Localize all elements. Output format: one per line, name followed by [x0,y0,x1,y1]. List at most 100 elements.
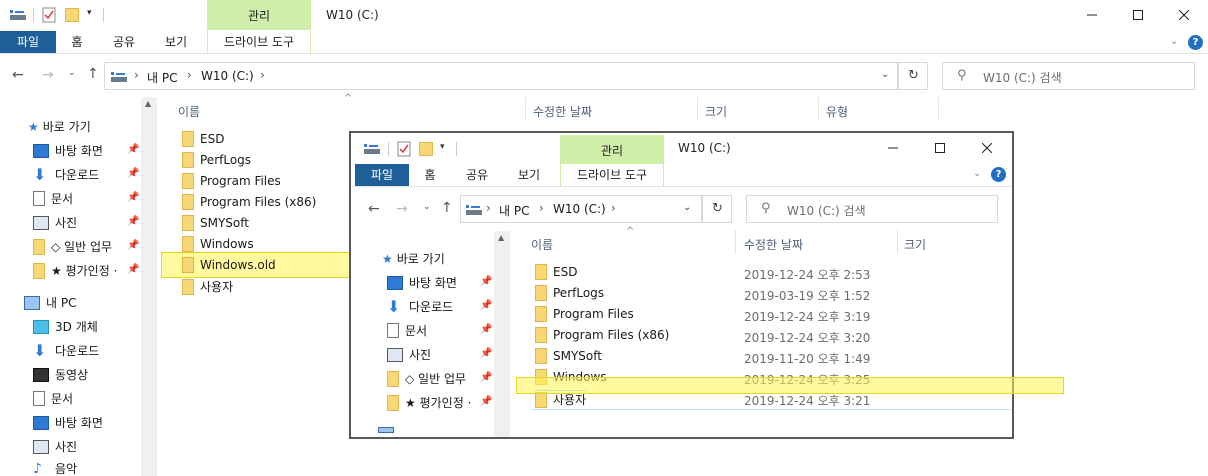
refresh-button[interactable]: ↻ [702,195,732,223]
file-row[interactable]: Program Files (x86) [182,194,316,210]
nav-item-desktop-pc[interactable]: 바탕 화면 [33,414,103,431]
up-arrow-icon[interactable]: ↑ [441,200,453,216]
column-header-size[interactable]: 크기 [705,103,727,120]
expand-ribbon-icon[interactable]: ⌄ [1170,36,1178,47]
back-arrow-icon[interactable]: ← [12,67,24,83]
nav-scrollbar[interactable]: ▲ [141,97,157,476]
search-input[interactable]: ⚲ W10 (C:) 검색 [746,195,998,223]
nav-item-pictures-pc[interactable]: 사진 [33,438,77,455]
breadcrumb-drive[interactable]: W10 (C:) [201,69,254,83]
expand-ribbon-icon[interactable]: ⌄ [973,168,981,179]
pin-icon[interactable]: 📌 [127,240,139,251]
file-row[interactable]: SMYSoft [182,215,249,231]
nav-this-pc[interactable]: 내 PC [24,294,76,311]
tab-home[interactable]: 홈 [60,31,94,53]
scroll-up-icon[interactable]: ▲ [145,99,151,108]
nav-item-documents[interactable]: 문서 [387,322,427,339]
breadcrumb-this-pc[interactable]: 내 PC [147,69,177,86]
nav-item-desktop[interactable]: 바탕 화면 [387,274,457,291]
breadcrumb-chevron-icon[interactable]: › [134,68,139,82]
column-header-name[interactable]: 이름 [178,103,200,120]
nav-item-3d-objects[interactable]: 3D 개체 [33,318,98,335]
pin-icon[interactable]: 📌 [480,276,492,287]
column-header-date[interactable]: 수정한 날짜 [533,103,592,120]
recent-locations-icon[interactable]: ⌄ [68,68,76,78]
breadcrumb-chevron-icon[interactable]: › [486,201,491,215]
manage-tab[interactable]: 관리 [560,135,664,165]
column-header-name[interactable]: 이름 [531,236,553,253]
pin-icon[interactable]: 📌 [127,168,139,179]
pin-icon[interactable]: 📌 [480,324,492,335]
pin-icon[interactable]: 📌 [127,264,139,275]
quick-access[interactable]: ★ 바로 가기 [382,250,445,267]
up-arrow-icon[interactable]: ↑ [87,66,99,82]
file-row[interactable]: SMYSoft [535,348,602,364]
recent-locations-icon[interactable]: ⌄ [423,202,431,212]
nav-item-downloads[interactable]: ⬇ 다운로드 [387,298,453,315]
manage-tab[interactable]: 관리 [207,0,311,30]
help-icon[interactable]: ? [991,167,1006,182]
nav-item-documents[interactable]: 문서 [33,190,73,207]
nav-item-music[interactable]: ♪ 음악 [33,460,77,476]
nav-item-downloads[interactable]: ⬇ 다운로드 [33,166,99,183]
address-bar[interactable]: › 내 PC › W10 (C:) › ⌄ [104,62,898,90]
pin-icon[interactable]: 📌 [127,192,139,203]
file-row[interactable]: ESD [535,264,577,280]
pin-icon[interactable]: 📌 [480,348,492,359]
customize-quick-access-icon[interactable]: ▾ [440,142,445,152]
tab-share[interactable]: 공유 [457,164,497,186]
tab-drive-tools[interactable]: 드라이브 도구 [207,31,311,53]
search-input[interactable]: ⚲ W10 (C:) 검색 [942,62,1195,90]
column-header-size[interactable]: 크기 [904,236,926,253]
pin-icon[interactable]: 📌 [127,216,139,227]
minimize-button[interactable] [1069,0,1115,30]
file-row[interactable]: 사용자 [182,278,233,295]
nav-item-evaluation[interactable]: ★ 평가인정 · [387,394,471,411]
column-header-date[interactable]: 수정한 날짜 [744,236,803,253]
refresh-button[interactable]: ↻ [898,62,928,90]
close-button[interactable] [964,133,1010,163]
pin-icon[interactable]: 📌 [480,372,492,383]
customize-quick-access-icon[interactable]: ▾ [87,8,92,18]
minimize-button[interactable] [870,133,916,163]
close-button[interactable] [1161,0,1207,30]
properties-icon[interactable] [42,7,56,23]
nav-item-downloads-pc[interactable]: ⬇ 다운로드 [33,342,99,359]
address-bar[interactable]: › 내 PC › W10 (C:) › ⌄ [460,195,702,223]
file-row[interactable]: Program Files [535,306,634,322]
new-folder-icon[interactable] [65,8,79,22]
file-row[interactable]: Program Files [182,173,281,189]
nav-item-documents-pc[interactable]: 문서 [33,390,73,407]
forward-arrow-icon[interactable]: → [396,201,408,217]
nav-item-general-work[interactable]: ◇ 일반 업무 [33,238,112,255]
file-row[interactable]: Windows [182,236,254,252]
nav-item-videos[interactable]: 동영상 [33,366,88,383]
file-row[interactable]: PerfLogs [535,285,604,301]
tab-share[interactable]: 공유 [104,31,144,53]
column-header-type[interactable]: 유형 [826,103,848,120]
scroll-up-icon[interactable]: ▲ [498,233,504,242]
maximize-button[interactable] [1115,0,1161,30]
nav-item-desktop[interactable]: 바탕 화면 [33,142,103,159]
tab-drive-tools[interactable]: 드라이브 도구 [560,164,664,186]
file-row[interactable]: PerfLogs [182,152,251,168]
file-row[interactable]: ESD [182,131,224,147]
address-dropdown-icon[interactable]: ⌄ [881,69,889,80]
address-dropdown-icon[interactable]: ⌄ [683,202,691,213]
forward-arrow-icon[interactable]: → [42,67,54,83]
pin-icon[interactable]: 📌 [480,300,492,311]
properties-icon[interactable] [397,141,411,160]
nav-item-evaluation[interactable]: ★ 평가인정 · [33,262,117,279]
nav-scrollbar[interactable]: ▲ [494,231,510,437]
quick-access[interactable]: ★ 바로 가기 [28,118,91,135]
breadcrumb-drive[interactable]: W10 (C:) [553,202,606,216]
tab-view[interactable]: 보기 [154,31,198,53]
tab-home[interactable]: 홈 [413,164,447,186]
pin-icon[interactable]: 📌 [127,144,139,155]
tab-file[interactable]: 파일 [0,31,56,53]
breadcrumb-chevron-icon[interactable]: › [611,201,616,215]
breadcrumb-chevron-icon[interactable]: › [260,68,265,82]
nav-item-general-work[interactable]: ◇ 일반 업무 [387,370,466,387]
breadcrumb-chevron-icon[interactable]: › [187,68,192,82]
file-row[interactable]: Program Files (x86) [535,327,669,343]
